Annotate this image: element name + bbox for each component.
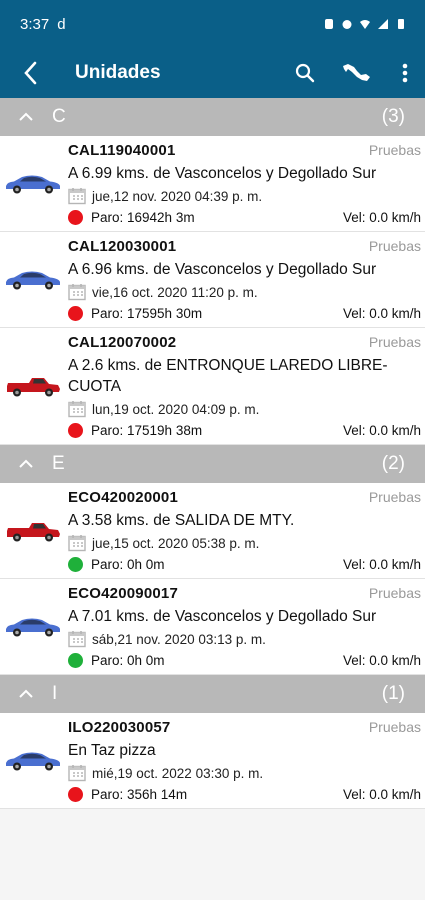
paro-text: Paro: 17595h 30m — [91, 306, 203, 321]
unit-id: CAL119040001 — [68, 142, 176, 159]
group-tag: Pruebas — [368, 142, 421, 158]
search-icon — [295, 63, 315, 83]
search-button[interactable] — [281, 48, 329, 98]
list-item[interactable]: ECO420090017 Pruebas A 7.01 kms. de Vasc… — [0, 579, 425, 675]
group-letter: I — [52, 683, 58, 704]
paro-text: Paro: 17519h 38m — [91, 423, 203, 438]
list-item[interactable]: CAL120070002 Pruebas A 2.6 kms. de ENTRO… — [0, 328, 425, 445]
chevron-up-icon — [18, 459, 38, 469]
blue-sedan-icon — [6, 752, 60, 770]
more-vertical-icon — [402, 63, 408, 83]
status-bar: 3:37 d — [0, 0, 425, 48]
status-time: 3:37 — [20, 15, 50, 33]
group-count: (3) — [381, 106, 405, 127]
group-tag: Pruebas — [368, 238, 421, 254]
status-red-dot — [68, 306, 83, 321]
calendar-icon — [68, 535, 86, 552]
chevron-up-icon — [18, 689, 38, 699]
status-red-dot — [68, 787, 83, 802]
unit-id: ILO220030057 — [68, 719, 171, 736]
unit-id: ECO420090017 — [68, 585, 178, 602]
status-green-dot — [68, 653, 83, 668]
group-header-e[interactable]: E (2) — [0, 445, 425, 483]
chevron-up-icon — [18, 112, 38, 122]
list-item[interactable]: ILO220030057 Pruebas En Taz pizza mié,19… — [0, 713, 425, 809]
address: A 3.58 kms. de SALIDA DE MTY. — [68, 512, 295, 529]
blue-sedan-icon — [6, 175, 60, 193]
red-pickup-icon — [7, 378, 60, 397]
blue-sedan-icon — [6, 618, 60, 636]
group-tag: Pruebas — [368, 585, 421, 601]
back-arrow-icon — [24, 61, 37, 85]
velocity-text: Vel: 0.0 km/h — [342, 210, 421, 225]
date-text: vie,16 oct. 2020 11:20 p. m. — [92, 284, 258, 300]
address: A 7.01 kms. de Vasconcelos y Degollado S… — [68, 608, 377, 625]
date-text: jue,15 oct. 2020 05:38 p. m. — [92, 535, 260, 551]
page-title: Unidades — [75, 62, 161, 83]
unit-id: ECO420020001 — [68, 489, 178, 506]
paro-text: Paro: 356h 14m — [91, 787, 188, 802]
signal-icon — [378, 19, 388, 29]
velocity-text: Vel: 0.0 km/h — [342, 306, 421, 321]
calendar-icon — [68, 284, 86, 301]
unit-id: CAL120070002 — [68, 334, 177, 351]
group-header-c[interactable]: C (3) — [0, 98, 425, 136]
units-list: C (3) CAL119040001 Pruebas A 6.99 kms. d… — [0, 98, 425, 809]
more-options-button[interactable] — [385, 48, 425, 98]
alarm-icon — [342, 20, 352, 29]
date-text: mié,19 oct. 2022 03:30 p. m. — [92, 765, 264, 781]
red-pickup-icon — [7, 522, 60, 541]
date-text: lun,19 oct. 2020 04:09 p. m. — [92, 401, 260, 417]
velocity-text: Vel: 0.0 km/h — [342, 787, 421, 802]
group-tag: Pruebas — [368, 719, 421, 735]
status-green-dot — [68, 557, 83, 572]
group-count: (2) — [381, 453, 405, 474]
map-mexico-button[interactable] — [329, 48, 385, 98]
velocity-text: Vel: 0.0 km/h — [342, 557, 421, 572]
status-d-icon: d — [57, 15, 66, 33]
status-icons — [323, 18, 407, 30]
date-text: sáb,21 nov. 2020 03:13 p. m. — [92, 631, 266, 647]
paro-text: Paro: 0h 0m — [91, 557, 165, 572]
unit-id: CAL120030001 — [68, 238, 177, 255]
status-red-dot — [68, 210, 83, 225]
group-tag: Pruebas — [368, 489, 421, 505]
appbar-actions — [281, 48, 425, 98]
date-text: jue,12 nov. 2020 04:39 p. m. — [92, 188, 263, 204]
group-letter: C — [52, 106, 66, 127]
address: A 2.6 kms. de ENTRONQUE LAREDO LIBRE-CUO… — [68, 357, 388, 395]
battery-icon — [398, 19, 404, 29]
address: A 6.99 kms. de Vasconcelos y Degollado S… — [68, 165, 377, 182]
calendar-icon — [68, 188, 86, 205]
list-item[interactable]: CAL120030001 Pruebas A 6.96 kms. de Vasc… — [0, 232, 425, 328]
paro-text: Paro: 16942h 3m — [91, 210, 195, 225]
calendar-icon — [68, 401, 86, 418]
paro-text: Paro: 0h 0m — [91, 653, 165, 668]
group-tag: Pruebas — [368, 334, 421, 350]
blue-sedan-icon — [6, 271, 60, 289]
calendar-icon — [68, 631, 86, 648]
velocity-text: Vel: 0.0 km/h — [342, 653, 421, 668]
address: A 6.96 kms. de Vasconcelos y Degollado S… — [68, 261, 377, 278]
status-red-dot — [68, 423, 83, 438]
app-bar: Unidades — [0, 48, 425, 98]
group-letter: E — [52, 453, 65, 474]
list-item[interactable]: CAL119040001 Pruebas A 6.99 kms. de Vasc… — [0, 136, 425, 232]
wifi-icon — [360, 20, 370, 29]
velocity-text: Vel: 0.0 km/h — [342, 423, 421, 438]
calendar-icon — [68, 765, 86, 782]
group-header-i[interactable]: I (1) — [0, 675, 425, 713]
samsung-icon — [325, 19, 333, 29]
mexico-map-icon — [343, 64, 370, 81]
back-button[interactable] — [0, 48, 60, 98]
group-count: (1) — [381, 683, 405, 704]
address: En Taz pizza — [68, 742, 156, 759]
list-item[interactable]: ECO420020001 Pruebas A 3.58 kms. de SALI… — [0, 483, 425, 579]
